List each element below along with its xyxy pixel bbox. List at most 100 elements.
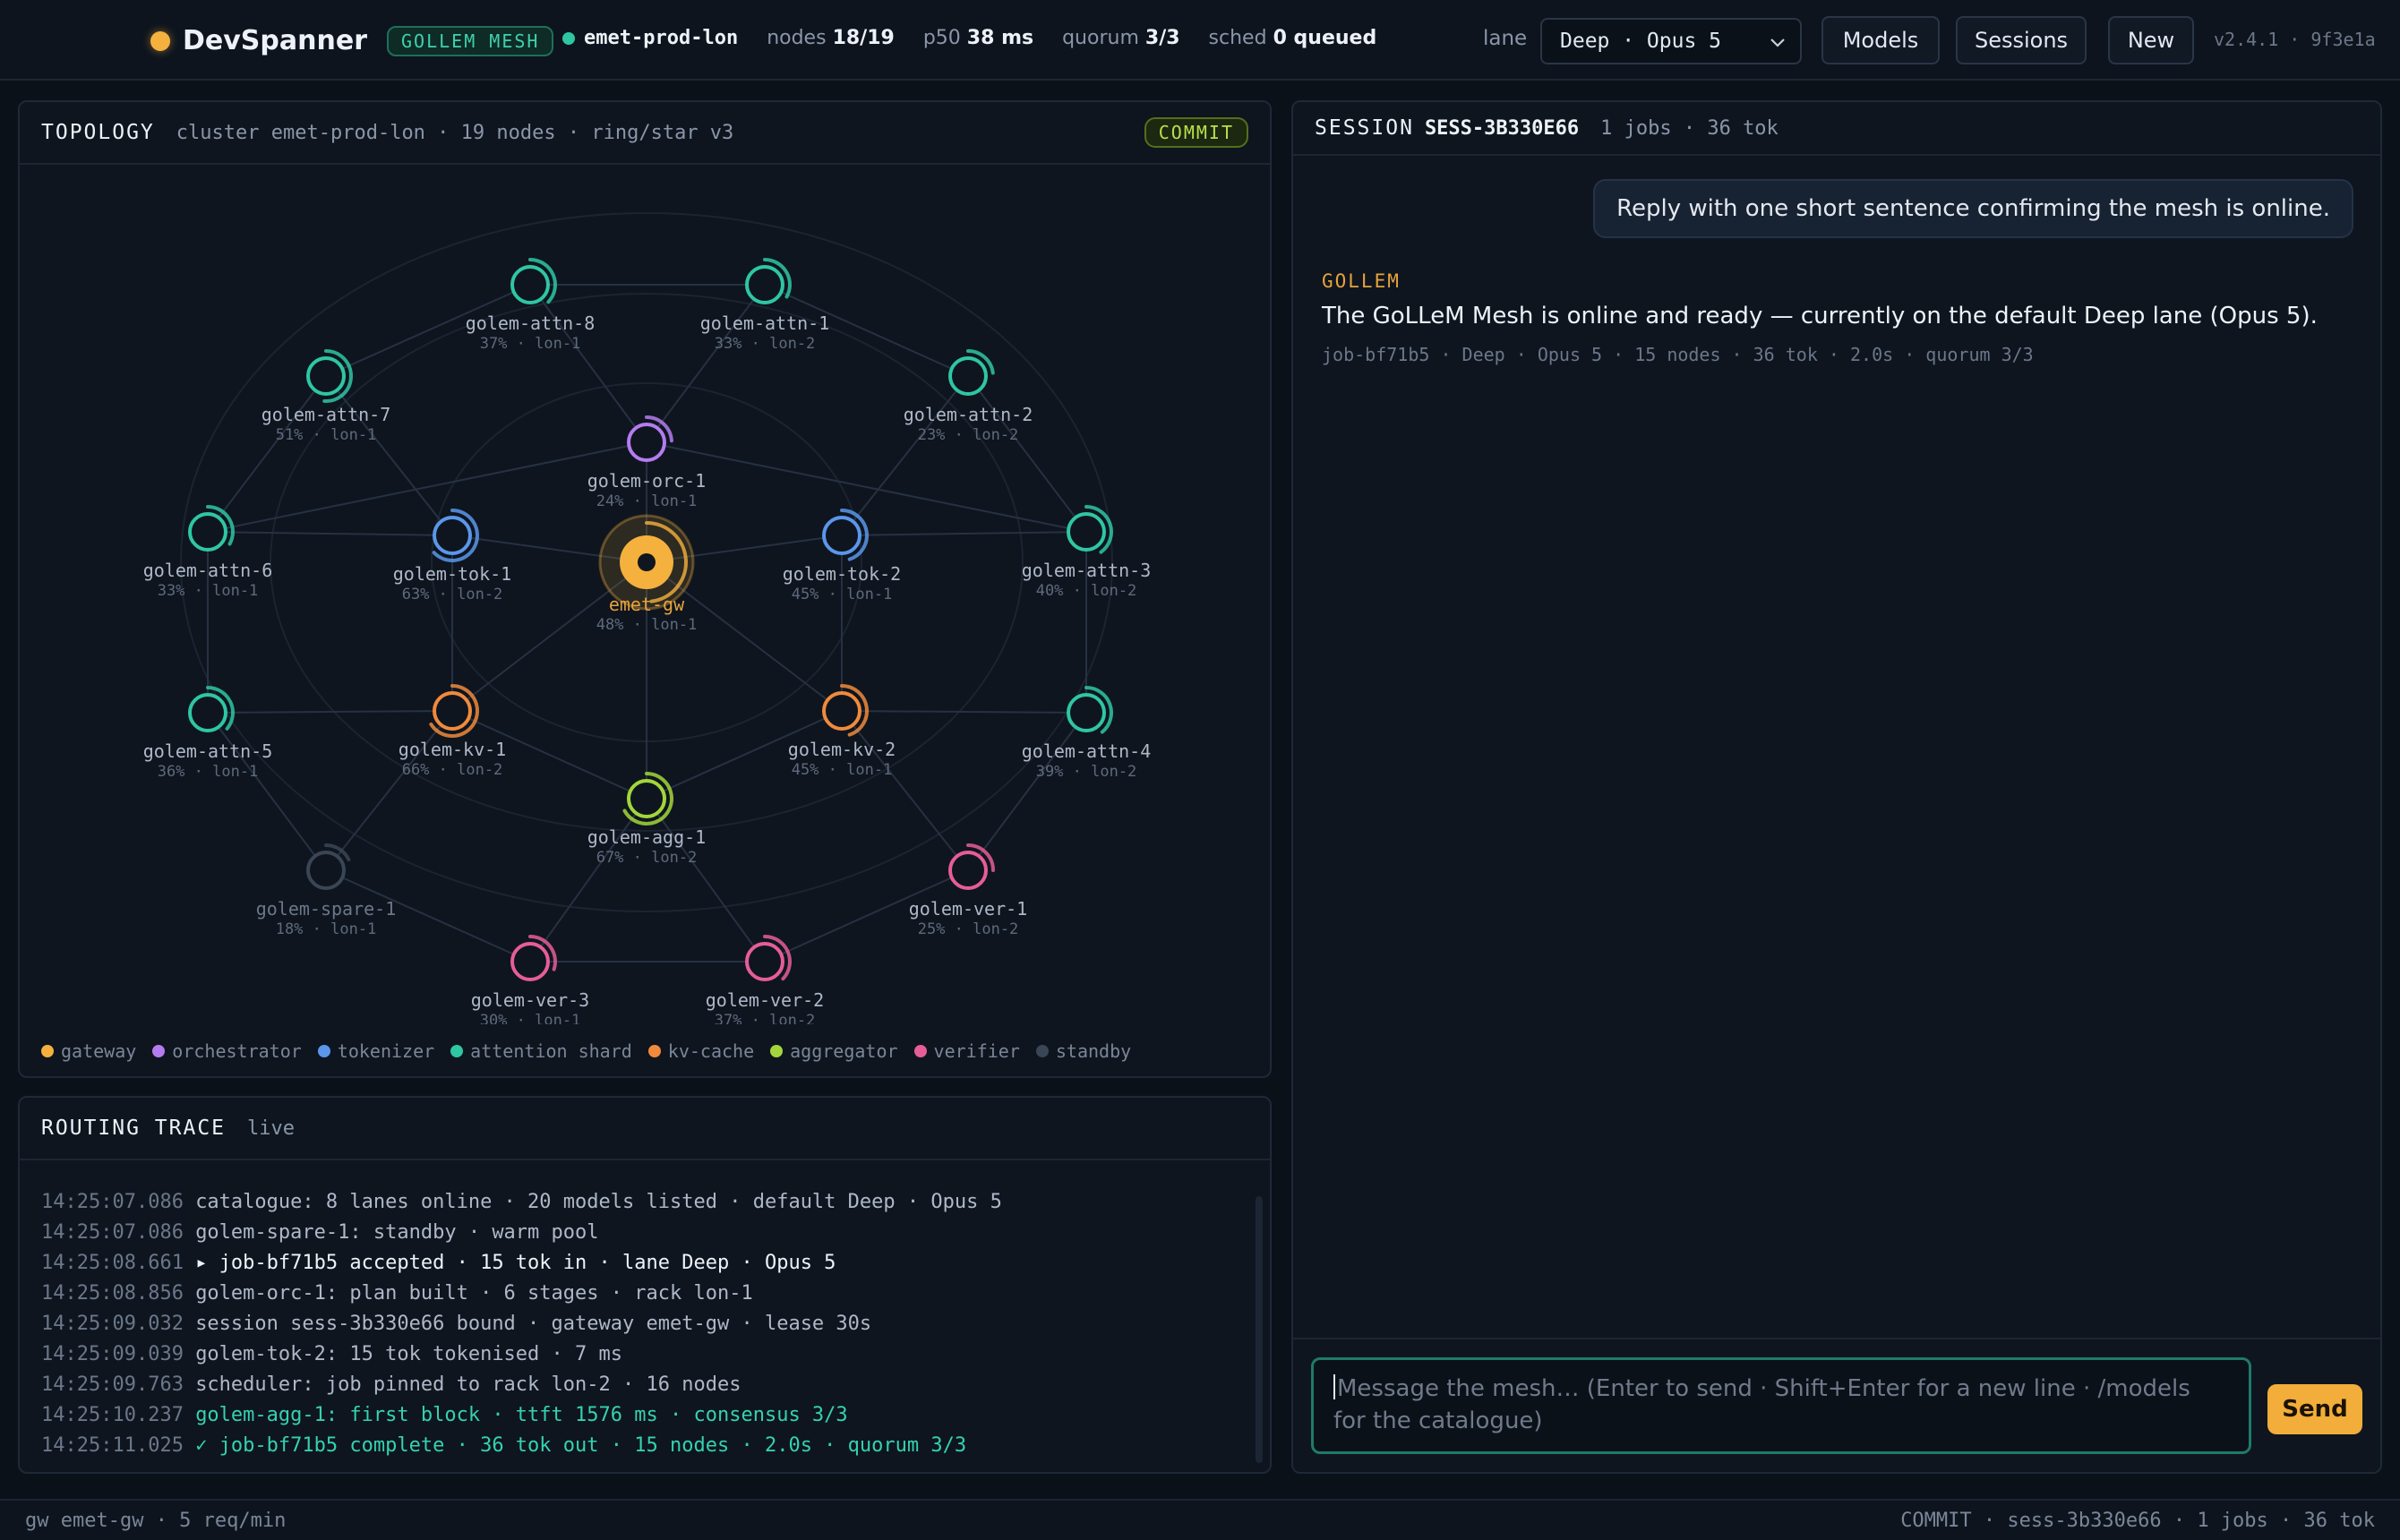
trace-timestamp: 14:25:09.039 [41,1343,196,1365]
send-button[interactable]: Send [2267,1384,2362,1434]
topology-node-golem-attn-7[interactable]: golem-attn-751% · lon-1 [261,349,391,444]
footer-session-status: COMMIT · sess-3b330e66 · 1 jobs · 36 tok [1900,1510,2375,1532]
node-circle [306,851,346,890]
trace-message: scheduler: job pinned to rack lon-2 · 16… [195,1373,741,1396]
topology-node-golem-ver-2[interactable]: golem-ver-237% · lon-2 [706,935,824,1024]
mesh-badge: GOLLEM MESH [387,25,554,56]
legend-label: attention shard [470,1040,632,1062]
node-load-rack: 66% · lon-2 [402,761,503,779]
p50-value: 38 ms [966,27,1034,49]
session-header: SESSION SESS-3B330E66 1 jobs · 36 tok [1293,102,2380,156]
node-name: golem-attn-8 [466,312,596,334]
node-load-rack: 45% · lon-1 [792,586,893,603]
node-name: golem-attn-7 [261,404,391,425]
trace-timestamp: 14:25:09.763 [41,1373,196,1396]
brand-logo-icon [150,30,170,51]
legend-dot-icon [317,1045,330,1057]
cluster-indicator: emet-prod-lon [562,27,738,49]
legend-item-kv: kv-cache [647,1040,755,1062]
text-caret [1333,1374,1335,1399]
p50-label: p50 [922,27,961,49]
bot-name: GOLLEM [1322,270,1401,292]
nodes-value: 18/19 [832,27,895,49]
chevron-down-icon [1770,38,1785,47]
topology-title: TOPOLOGY [41,121,155,144]
trace-timestamp: 14:25:09.032 [41,1313,196,1335]
session-panel: SESSION SESS-3B330E66 1 jobs · 36 tok Re… [1291,100,2382,1474]
top-bar: DevSpanner GOLLEM MESH emet-prod-lon nod… [0,0,2400,81]
topology-edge [207,712,327,871]
topology-edge [646,441,1087,533]
legend-dot-icon [1035,1045,1049,1057]
new-button[interactable]: New [2108,16,2194,64]
node-name: golem-attn-5 [143,740,273,762]
brand: DevSpanner GOLLEM MESH [150,25,554,56]
cluster-name: emet-prod-lon [584,27,739,49]
topology-node-golem-attn-5[interactable]: golem-attn-536% · lon-1 [143,686,273,781]
node-circle [433,516,472,555]
topology-node-golem-attn-1[interactable]: golem-attn-133% · lon-2 [700,258,830,353]
trace-timestamp: 14:25:07.086 [41,1221,196,1244]
topology-node-golem-kv-2[interactable]: golem-kv-245% · lon-1 [788,684,896,779]
topology-edge [325,710,453,871]
topology-graph[interactable]: emet-gw48% · lon-1 golem-orc-124% · lon-1… [20,165,1270,1024]
app-name: DevSpanner [183,25,367,56]
models-button[interactable]: Models [1821,16,1940,64]
node-circle [948,356,988,396]
message-input-placeholder: Message the mesh… (Enter to send · Shift… [1333,1375,2190,1434]
lane-select[interactable]: Deep · Opus 5 [1540,18,1802,64]
session-summary: 1 jobs · 36 tok [1600,116,1779,140]
topology-panel: TOPOLOGY cluster emet-prod-lon · 19 node… [18,100,1272,1078]
legend-dot-icon [152,1045,166,1057]
message-input[interactable]: Message the mesh… (Enter to send · Shift… [1311,1357,2251,1454]
legend-dot-icon [450,1045,464,1057]
legend-label: gateway [61,1040,137,1062]
trace-line: 14:25:08.661 ▸ job-bf71b5 accepted · 15 … [41,1248,1243,1279]
node-circle [188,693,227,732]
legend-label: kv-cache [667,1040,755,1062]
topology-node-emet-gw[interactable]: emet-gw48% · lon-1 [596,514,698,634]
topology-edge [841,710,969,871]
status-footer: gw emet-gw · 5 req/min COMMIT · sess-3b3… [0,1499,2400,1540]
topology-node-golem-kv-1[interactable]: golem-kv-166% · lon-2 [399,684,506,779]
topology-node-golem-ver-3[interactable]: golem-ver-330% · lon-1 [471,935,589,1024]
trace-status: live [247,1116,295,1140]
sessions-button[interactable]: Sessions [1956,16,2087,64]
trace-message: ▸ job-bf71b5 accepted · 15 tok in · lane… [195,1252,836,1274]
sched-value: 0 queued [1273,27,1377,49]
version-label: v2.4.1 · 9f3e1a [2214,29,2376,50]
topology-node-golem-agg-1[interactable]: golem-agg-167% · lon-2 [587,772,706,867]
composer-area: Message the mesh… (Enter to send · Shift… [1293,1338,2380,1472]
user-message: Reply with one short sentence confirming… [1593,179,2353,238]
trace-scrollbar[interactable] [1256,1196,1263,1463]
legend-label: standby [1055,1040,1132,1062]
node-load-rack: 30% · lon-1 [480,1012,581,1024]
topology-node-golem-attn-2[interactable]: golem-attn-223% · lon-2 [904,349,1033,444]
node-circle [948,851,988,890]
topology-edge [207,375,327,533]
node-circle [510,265,550,304]
trace-line: 14:25:09.032 session sess-3b330e66 bound… [41,1309,1243,1339]
trace-timestamp: 14:25:11.025 [41,1434,196,1457]
node-circle [822,691,861,731]
status-stats: emet-prod-lon nodes 18/19 p50 38 ms quor… [562,27,1376,49]
topology-node-golem-ver-1[interactable]: golem-ver-125% · lon-2 [909,843,1027,938]
nodes-stat: nodes 18/19 [767,27,895,49]
trace-message: golem-tok-2: 15 tok tokenised · 7 ms [195,1343,623,1365]
node-circle [822,516,861,555]
legend-label: verifier [933,1040,1020,1062]
trace-timestamp: 14:25:07.086 [41,1191,196,1213]
trace-line: 14:25:11.025 ✓ job-bf71b5 complete · 36 … [41,1431,1243,1461]
legend-item-orchestrator: orchestrator [152,1040,302,1062]
legend-dot-icon [770,1045,784,1057]
topology-edge [529,284,647,443]
node-name: golem-attn-1 [700,312,830,334]
trace-line: 14:25:07.086 catalogue: 8 lanes online ·… [41,1187,1243,1218]
trace-timestamp: 14:25:08.661 [41,1252,196,1274]
node-name: golem-orc-1 [587,470,706,492]
node-name: golem-spare-1 [256,898,397,920]
topology-node-golem-attn-4[interactable]: golem-attn-439% · lon-2 [1022,686,1152,781]
topology-edge [841,710,1087,714]
node-load-rack: 63% · lon-2 [402,586,503,603]
trace-timestamp: 14:25:08.856 [41,1282,196,1305]
